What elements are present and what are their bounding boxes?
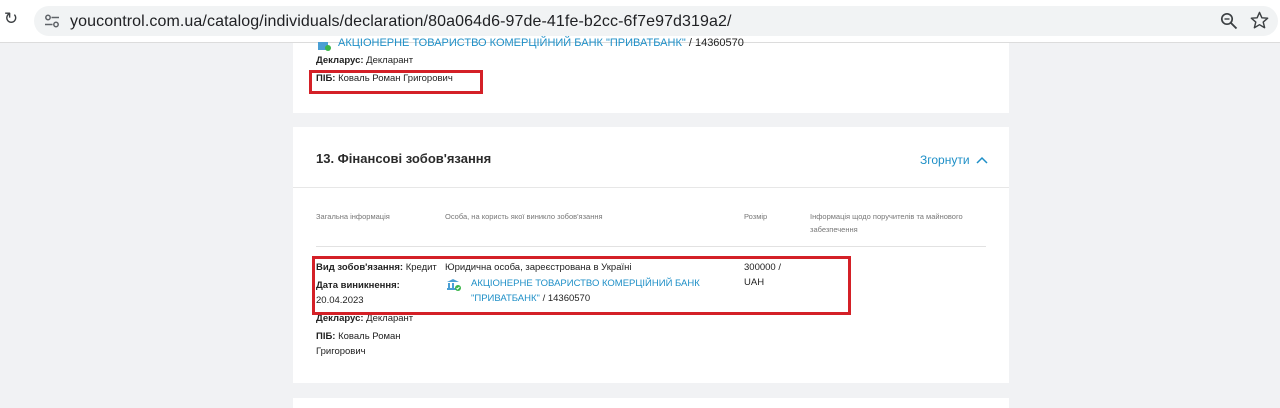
collapse-button[interactable]: Згорнути <box>920 153 970 167</box>
bookmark-star-icon[interactable] <box>1250 11 1269 30</box>
column-header-general: Загальна інформація <box>316 212 390 221</box>
declarant-field: Декларус: Декларант <box>316 54 413 68</box>
row-pib: ПІБ: Коваль Роман Григорович <box>316 329 401 359</box>
bank-name-partial[interactable]: АКЦІОНЕРНЕ ТОВАРИСТВО КОМЕРЦІЙНИЙ БАНК "… <box>338 37 686 49</box>
url-text[interactable]: youcontrol.com.ua/catalog/individuals/de… <box>70 13 732 31</box>
row-divider <box>316 246 986 247</box>
zoom-icon[interactable] <box>1220 12 1238 30</box>
bank-link-partial[interactable]: АКЦІОНЕРНЕ ТОВАРИСТВО КОМЕРЦІЙНИЙ БАНК "… <box>338 37 744 49</box>
financial-obligations-section: 13. Фінансові зобов'язання Згорнути Зага… <box>293 127 1009 383</box>
highlight-box-obligation <box>312 256 851 315</box>
reload-icon[interactable]: ↻ <box>2 10 20 28</box>
declarant-label: Декларус: <box>316 55 364 66</box>
row-pib-label: ПІБ: <box>316 331 336 342</box>
bank-code-partial: / 14360570 <box>688 37 744 49</box>
row-pib-value-line2: Григорович <box>316 346 366 357</box>
column-header-guarantors: Інформація щодо поручителів та майнового… <box>810 212 963 234</box>
address-bar[interactable]: youcontrol.com.ua/catalog/individuals/de… <box>34 6 1278 36</box>
section-title: 13. Фінансові зобов'язання <box>316 151 492 166</box>
column-header-amount: Розмір <box>744 212 768 221</box>
site-settings-icon[interactable] <box>44 14 60 28</box>
declaration-card-next <box>293 398 1009 408</box>
column-header-beneficiary: Особа, на користь якої виникло зобов'яза… <box>445 212 603 221</box>
bank-icon <box>318 42 331 51</box>
row-pib-value-line1: Коваль Роман <box>338 331 401 342</box>
chevron-up-icon[interactable] <box>976 156 988 164</box>
highlight-box-pib <box>309 70 483 94</box>
header-divider <box>293 187 1009 188</box>
declarant-value: Декларант <box>366 55 414 66</box>
